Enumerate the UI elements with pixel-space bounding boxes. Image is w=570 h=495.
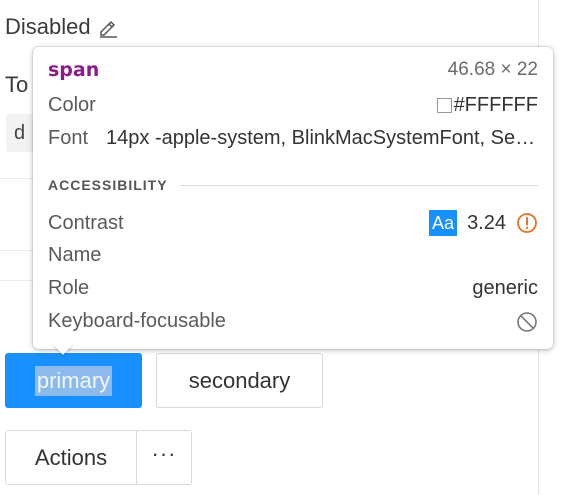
primary-button[interactable]: primary [5,353,142,408]
secondary-button[interactable]: secondary [156,353,323,408]
name-label: Name [48,244,102,266]
actions-button[interactable]: Actions [6,431,137,484]
warning-circle-icon [516,212,538,234]
role-label: Role [48,277,90,299]
color-value: #FFFFFF [436,94,538,117]
more-options-button[interactable]: ··· [137,431,191,484]
keyboard-focusable-label: Keyboard-focusable [48,310,226,332]
pencil-icon[interactable] [97,16,119,38]
to-label: To [5,72,29,97]
contrast-sample-badge: Aa [429,210,458,236]
element-dimensions: 46.68 × 22 [447,59,538,80]
accessibility-section-header: ACCESSIBILITY [48,177,538,193]
disabled-label: Disabled [5,14,91,39]
contrast-row: Contrast Aa 3.24 [48,210,538,236]
color-hex: #FFFFFF [453,94,538,116]
no-symbol-icon [516,311,538,333]
section-divider [179,184,538,186]
inspector-header: span 46.68 × 22 [48,59,538,81]
tooltip-arrow [52,343,74,355]
font-value: 14px -apple-system, BlinkMacSystemFont, … [106,127,538,149]
color-label: Color [48,94,96,116]
keyboard-focusable-row: Keyboard-focusable [48,310,538,333]
role-row: Role generic [48,277,538,300]
accessibility-title: ACCESSIBILITY [48,177,168,193]
contrast-value: Aa 3.24 [429,210,538,236]
name-row: Name [48,244,538,267]
element-inspector-tooltip: span 46.68 × 22 Color #FFFFFF Font 14px … [33,47,553,349]
disabled-row: Disabled [5,14,119,40]
font-row: Font 14px -apple-system, BlinkMacSystemF… [48,127,538,150]
color-row: Color #FFFFFF [48,94,538,117]
primary-button-label: primary [34,365,113,396]
contrast-label: Contrast [48,211,124,234]
font-label: Font [48,127,89,149]
role-value: generic [472,277,538,299]
contrast-ratio: 3.24 [467,211,506,234]
actions-button-group: Actions ··· [5,430,192,485]
element-tag: span [48,59,100,81]
color-swatch [436,98,452,113]
tag-chip: d [6,114,36,152]
